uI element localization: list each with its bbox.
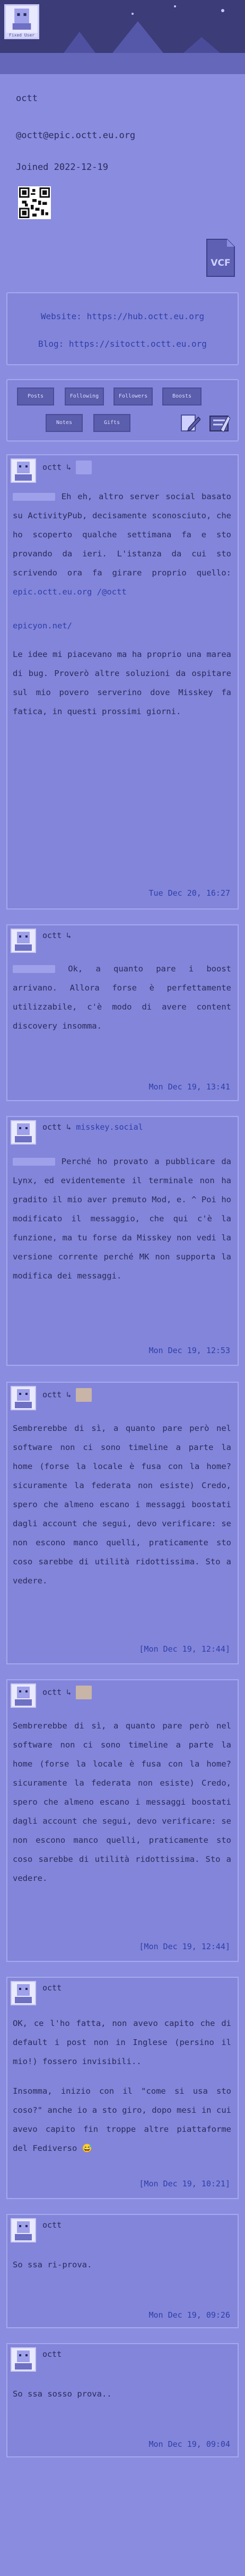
reply-target[interactable]: misskey.social (76, 1122, 143, 1132)
reply-icon: ↳ (66, 1122, 72, 1132)
post-item[interactable]: octt ↳ Ok, a quanto pare i boost arrivan… (6, 924, 239, 1101)
post-author-line: octt ↳ (42, 931, 71, 940)
post-avatar[interactable] (11, 1120, 36, 1145)
post-avatar[interactable] (11, 2218, 36, 2242)
post-body: Perché ho provato a pubblicare da Lynx, … (13, 1157, 231, 1281)
post-item[interactable]: octt ↳ Sembrerebbe di sì, a quanto pare … (6, 1382, 239, 1664)
post-author[interactable]: octt (42, 1390, 62, 1400)
post-date[interactable]: [Mon Dec 19, 10:21] (139, 2179, 230, 2188)
qr-code-icon[interactable] (18, 186, 51, 219)
profile-nav-panel: Posts Following Followers Boosts Notes G… (6, 379, 239, 442)
post-link[interactable]: epic.octt.eu.org (13, 587, 92, 597)
post-date[interactable]: Tue Dec 20, 16:27 (148, 888, 230, 898)
post-item[interactable]: octt OK, ce l'ho fatta, non avevo capito… (6, 1977, 239, 2199)
reply-icon: ↳ (66, 1390, 72, 1400)
post-author[interactable]: octt (42, 463, 62, 472)
post-date[interactable]: Mon Dec 19, 09:04 (148, 2439, 230, 2449)
post-author-line: octt (42, 1983, 62, 1993)
avatar-art (12, 8, 31, 30)
post-body: Sembrerebbe di sì, a quanto pare però ne… (13, 1721, 231, 1883)
post-item[interactable]: octt ↳ misskey.social Perché ho provato … (6, 1116, 239, 1366)
reply-icon: ↳ (66, 931, 72, 940)
post-body: Eh eh, altro server social basato su Act… (13, 492, 231, 716)
post-item[interactable]: octt ↳ Sembrerebbe di sì, a quanto pare … (6, 1679, 239, 1962)
reply-icon: ↳ (66, 462, 72, 472)
post-author[interactable]: octt (42, 1688, 62, 1697)
post-body: So ssa ri-prova. (13, 2260, 92, 2269)
svg-text:VCF: VCF (211, 258, 230, 268)
post-author[interactable]: octt (42, 1983, 62, 1993)
blog-link[interactable]: Blog: https://sitoctt.octt.eu.org (38, 339, 207, 349)
profile-handle: octt (16, 93, 38, 104)
notes-button[interactable]: Notes (46, 414, 83, 432)
redacted-avatar (76, 1686, 92, 1699)
post-body: So ssa sosso prova.. (13, 2389, 112, 2399)
post-avatar[interactable] (11, 929, 36, 953)
post-date[interactable]: [Mon Dec 19, 12:44] (139, 1644, 230, 1654)
redacted-mention (13, 493, 55, 501)
gifts-button[interactable]: Gifts (93, 414, 130, 432)
post-author-line: octt ↳ (42, 461, 92, 474)
post-date[interactable]: [Mon Dec 19, 12:44] (139, 1942, 230, 1951)
reply-icon: ↳ (66, 1687, 72, 1697)
post-author[interactable]: octt (42, 2349, 62, 2359)
post-link-2[interactable]: epicyon.net/ (13, 621, 72, 631)
redacted-avatar (76, 1388, 92, 1402)
post-date[interactable]: Mon Dec 19, 12:53 (148, 1346, 230, 1355)
post-item[interactable]: octt ↳ Eh eh, altro server social basato… (6, 454, 239, 909)
edit-profile-icon[interactable] (180, 414, 202, 433)
post-author[interactable]: octt (42, 931, 62, 940)
post-body: Ok, a quanto pare i boost arrivano. Allo… (13, 964, 231, 1031)
avatar-label: Fixed User (6, 33, 38, 38)
post-author-line: octt ↳ (42, 1388, 92, 1402)
post-body: Sembrerebbe di sì, a quanto pare però ne… (13, 1424, 231, 1586)
profile-joined: Joined 2022-12-19 (16, 162, 108, 173)
profile-links-panel: Website: https://hub.octt.eu.org Blog: h… (6, 292, 239, 365)
boosts-button[interactable]: Boosts (162, 388, 202, 406)
redacted-avatar (76, 461, 92, 474)
vcard-icon[interactable]: VCF (204, 238, 237, 277)
settings-icon[interactable] (208, 414, 231, 433)
post-author-line: octt ↳ (42, 1686, 92, 1699)
post-author-line: octt ↳ misskey.social (42, 1122, 143, 1132)
post-author-line: octt (42, 2220, 62, 2230)
posts-button[interactable]: Posts (17, 388, 54, 406)
post-author[interactable]: octt (42, 2220, 62, 2230)
profile-banner: Fixed User (0, 0, 245, 74)
followers-button[interactable]: Followers (113, 388, 153, 406)
website-link[interactable]: Website: https://hub.octt.eu.org (41, 311, 204, 321)
profile-fqn: @octt@epic.octt.eu.org (16, 130, 136, 141)
post-item[interactable]: octt So ssa sosso prova.. Mon Dec 19, 09… (6, 2343, 239, 2457)
redacted-mention (13, 1158, 55, 1166)
post-avatar[interactable] (11, 2347, 36, 2372)
redacted-mention (13, 965, 55, 973)
post-author[interactable]: octt (42, 1122, 62, 1132)
post-avatar[interactable] (11, 458, 36, 483)
post-avatar[interactable] (11, 1386, 36, 1410)
profile-avatar[interactable]: Fixed User (4, 4, 39, 39)
post-item[interactable]: octt So ssa ri-prova. Mon Dec 19, 09:26 (6, 2214, 239, 2328)
post-body: OK, ce l'ho fatta, non avevo capito che … (13, 2019, 231, 2153)
post-author-line: octt (42, 2349, 62, 2359)
following-button[interactable]: Following (65, 388, 104, 406)
post-avatar[interactable] (11, 1683, 36, 1708)
post-date[interactable]: Mon Dec 19, 09:26 (148, 2310, 230, 2320)
post-avatar[interactable] (11, 1981, 36, 2005)
post-date[interactable]: Mon Dec 19, 13:41 (148, 1082, 230, 1092)
post-link-path[interactable]: /@octt (97, 587, 127, 597)
